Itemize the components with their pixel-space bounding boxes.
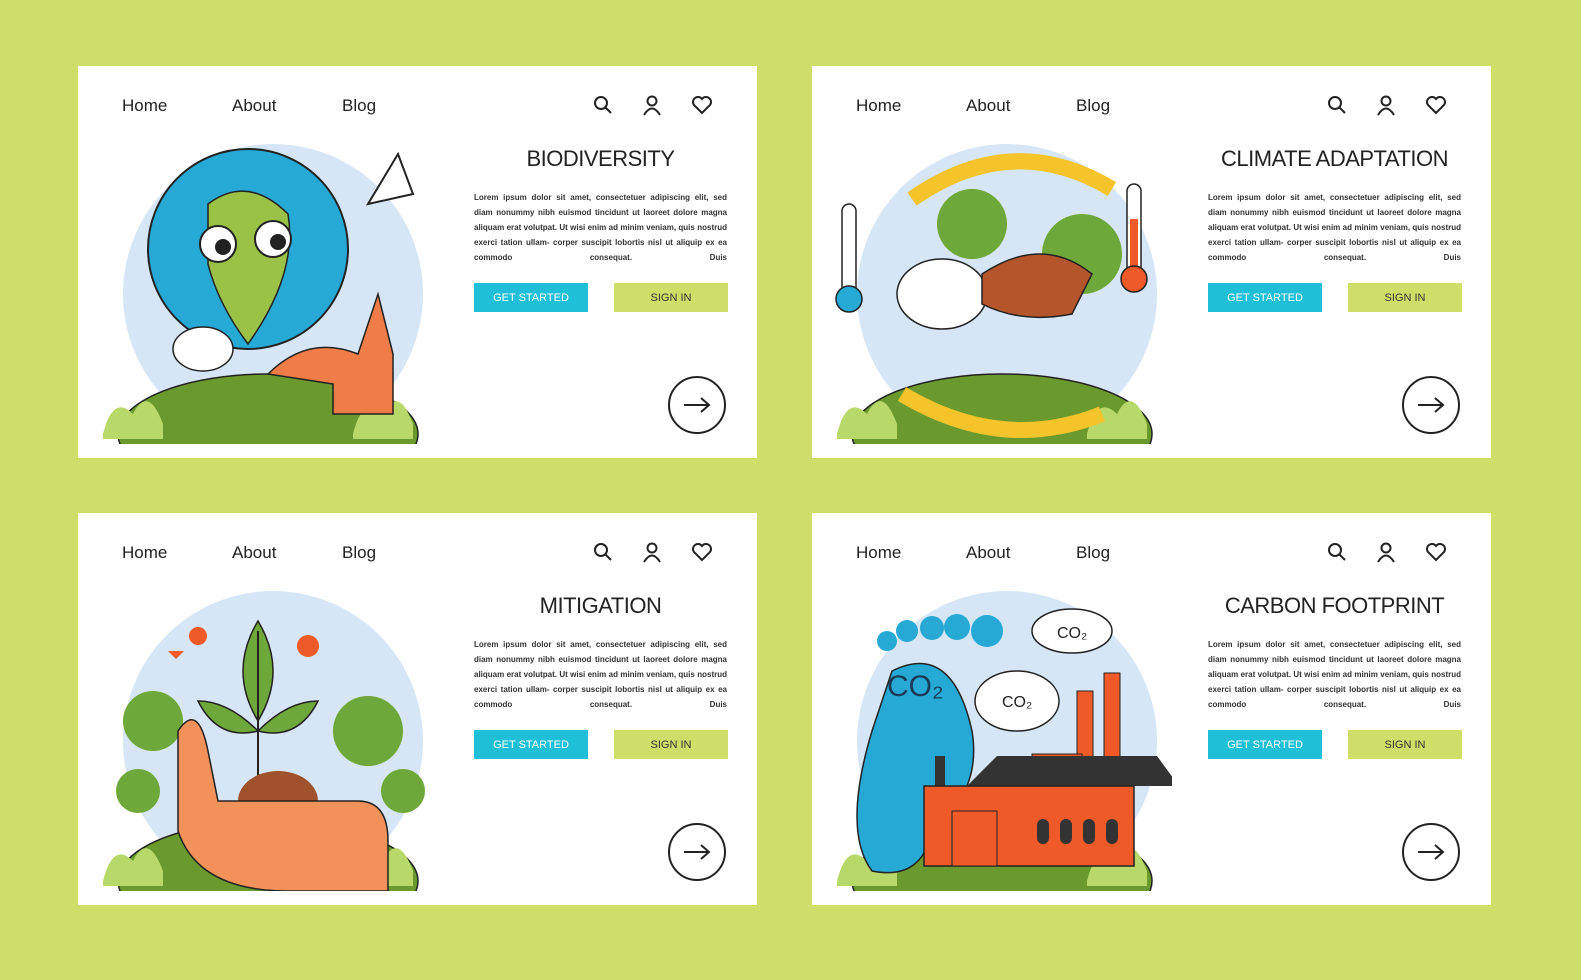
user-icon[interactable] bbox=[1375, 94, 1397, 116]
page-title: CLIMATE ADAPTATION bbox=[1221, 146, 1448, 171]
body-text: Lorem ipsum dolor sit amet, consectetuer… bbox=[474, 640, 727, 709]
search-icon[interactable] bbox=[1326, 541, 1348, 563]
heart-icon[interactable] bbox=[691, 94, 713, 116]
heart-icon[interactable] bbox=[691, 541, 713, 563]
nav-about[interactable]: About bbox=[966, 543, 1010, 563]
landing-card-footprint-and-factory: Home About Blog CO₂ CO₂ CO₂ CARBON FOOTPRINT Lo… bbox=[812, 513, 1491, 905]
user-icon[interactable] bbox=[641, 94, 663, 116]
next-arrow-button[interactable] bbox=[1402, 823, 1460, 881]
heart-icon[interactable] bbox=[1425, 541, 1447, 563]
search-icon[interactable] bbox=[592, 541, 614, 563]
co2-label: CO₂ bbox=[1057, 625, 1087, 642]
nav-blog[interactable]: Blog bbox=[1076, 543, 1110, 563]
get-started-button[interactable]: GET STARTED bbox=[474, 730, 588, 759]
body-text: Lorem ipsum dolor sit amet, consectetuer… bbox=[474, 193, 727, 262]
nav-about[interactable]: About bbox=[966, 96, 1010, 116]
user-icon[interactable] bbox=[1375, 541, 1397, 563]
nav-home[interactable]: Home bbox=[122, 543, 167, 563]
illustration-earth-with-animals bbox=[103, 144, 423, 444]
search-icon[interactable] bbox=[1326, 94, 1348, 116]
heart-icon[interactable] bbox=[1425, 94, 1447, 116]
nav-about[interactable]: About bbox=[232, 96, 276, 116]
search-icon[interactable] bbox=[592, 94, 614, 116]
nav-blog[interactable]: Blog bbox=[342, 96, 376, 116]
illustration-hand-holding-plant bbox=[103, 591, 425, 891]
sign-in-button[interactable]: SIGN IN bbox=[1348, 283, 1462, 312]
nav-home[interactable]: Home bbox=[122, 96, 167, 116]
arrow-right-icon bbox=[1418, 397, 1445, 413]
get-started-button[interactable]: GET STARTED bbox=[1208, 283, 1322, 312]
page-title: CARBON FOOTPRINT bbox=[1224, 593, 1445, 618]
nav-blog[interactable]: Blog bbox=[342, 543, 376, 563]
arrow-right-icon bbox=[1418, 844, 1445, 860]
nav-about[interactable]: About bbox=[232, 543, 276, 563]
landing-card-earth-with-animals: Home About Blog BIODIVERSITY Lorem ipsum dol… bbox=[78, 66, 757, 458]
nav-home[interactable]: Home bbox=[856, 96, 901, 116]
arrow-right-icon bbox=[684, 397, 711, 413]
page-title: BIODIVERSITY bbox=[526, 146, 675, 171]
body-text: Lorem ipsum dolor sit amet, consectetuer… bbox=[1208, 193, 1461, 262]
get-started-button[interactable]: GET STARTED bbox=[1208, 730, 1322, 759]
nav-blog[interactable]: Blog bbox=[1076, 96, 1110, 116]
illustration-hare-with-thermometers bbox=[835, 144, 1157, 444]
user-icon[interactable] bbox=[641, 541, 663, 563]
co2-label: CO₂ bbox=[1002, 694, 1032, 711]
get-started-button[interactable]: GET STARTED bbox=[474, 283, 588, 312]
landing-card-hare-with-thermometers: Home About Blog CLIMATE ADAPTATION Lorem ips… bbox=[812, 66, 1491, 458]
sign-in-button[interactable]: SIGN IN bbox=[1348, 730, 1462, 759]
body-text: Lorem ipsum dolor sit amet, consectetuer… bbox=[1208, 640, 1461, 709]
sign-in-button[interactable]: SIGN IN bbox=[614, 283, 728, 312]
co2-label: CO₂ bbox=[887, 670, 944, 703]
sign-in-button[interactable]: SIGN IN bbox=[614, 730, 728, 759]
next-arrow-button[interactable] bbox=[668, 376, 726, 434]
next-arrow-button[interactable] bbox=[1402, 376, 1460, 434]
illustration-footprint-and-factory: CO₂ CO₂ CO₂ bbox=[837, 591, 1172, 891]
page-title: MITIGATION bbox=[539, 593, 662, 618]
arrow-right-icon bbox=[684, 844, 711, 860]
landing-card-hand-holding-plant: Home About Blog MITIGATION Lorem ipsum dolor… bbox=[78, 513, 757, 905]
next-arrow-button[interactable] bbox=[668, 823, 726, 881]
nav-home[interactable]: Home bbox=[856, 543, 901, 563]
